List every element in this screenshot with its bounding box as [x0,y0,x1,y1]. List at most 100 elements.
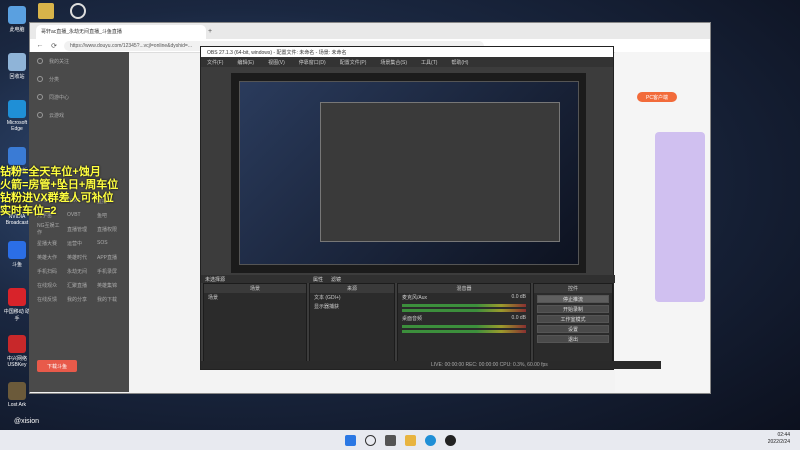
stream-overlay-text: 钻粉=全天车位+蚀月 火箭=房管+坠日+周车位 钻粉进VX群差人可补位 实时车位… [0,166,118,218]
sidebar-link[interactable]: SOS [97,240,121,246]
desktop-icon[interactable]: 斗鱼 [2,241,32,268]
sidebar-item-label: 分类 [49,76,60,83]
desktop-icon[interactable]: 中兴网络 USBKey [2,335,32,368]
watermark: @xision [14,418,40,425]
obs-control-button[interactable]: 工作室模式 [537,315,609,323]
sidebar-item[interactable]: 云游戏 [29,106,129,124]
mixer-dock-title: 混音器 [398,284,530,293]
steam-icon[interactable] [70,3,86,19]
sidebar-link[interactable]: 运营中 [67,240,91,247]
file-explorer-icon[interactable] [404,434,416,446]
obs-control-button[interactable]: 开始录制 [537,305,609,313]
mixer-dock: 混音器 麦克风/Aux 0.0 dB 桌面音频 0.0 dB [397,283,531,367]
obs-window: OBS 27.1.3 (64-bit, windows) - 配置文件: 未命名… [200,46,661,370]
scenes-dock: 场景 场景 [203,283,307,367]
pc-client-button[interactable]: PC客户端 [637,92,677,102]
desktop-icon-label: 中兴网络 USBKey [6,356,27,368]
nested-obs-capture [320,102,560,242]
refresh-icon[interactable]: ⟳ [50,42,58,50]
obs-control-button[interactable]: 设置 [537,325,609,333]
sidebar-link[interactable]: 汇聚直播 [67,282,91,289]
search-icon[interactable] [364,434,376,446]
clock-time: 02:44 [777,432,790,438]
obs-menu-item[interactable]: 文件(F) [207,59,223,66]
mixer-meter [402,309,526,312]
obs-control-button[interactable]: 停止推流 [537,295,609,303]
sidebar-link[interactable]: 我的分享 [67,296,91,303]
back-icon[interactable]: ← [36,42,44,49]
sidebar-item[interactable]: 我的关注 [29,52,129,70]
sidebar-item-label: 我的关注 [49,58,70,65]
mixer-meter [402,304,526,307]
sidebar-link[interactable]: 直播权限 [97,226,121,233]
sidebar-link[interactable]: 在线观众 [37,282,61,289]
filters-button[interactable]: 滤镜 [331,276,341,283]
sidebar-link[interactable]: 永劫无间 [67,268,91,275]
desktop-icon-label: 回收站 [9,74,25,80]
desktop-icon[interactable]: 回收站 [2,53,32,80]
dot-icon [37,76,43,82]
sidebar-item-label: 同游中心 [49,94,70,101]
app-icon [8,147,26,165]
sidebar-item[interactable]: 同游中心 [29,88,129,106]
app-icon [8,53,26,71]
desktop-icon[interactable]: 中国移动 助手 [2,288,32,322]
app-icon [8,382,26,400]
app-icon [8,6,26,24]
sources-dock-title: 来源 [310,284,394,293]
browser-tab[interactable]: 哥轩ac直播_永劫无间直播_斗鱼直播 [36,25,206,39]
clock-date: 2022/2/24 [767,439,790,445]
folder-icon[interactable] [38,3,54,19]
edge-icon[interactable] [424,434,436,446]
obs-menu-item[interactable]: 配置文件(P) [340,59,367,66]
sidebar-item[interactable]: 分类 [29,70,129,88]
scene-item[interactable]: 场景 [204,293,306,302]
obs-control-button[interactable]: 退出 [537,335,609,343]
desktop-icon-label: 中国移动 助手 [3,309,31,322]
properties-button[interactable]: 属性 [313,276,323,283]
sidebar-link-row: 在线反馈 我的分享 我的下载 [29,292,129,306]
app-icon [8,100,26,118]
sidebar-link-row: 英雄大作 英雄时代 APP直播 [29,250,129,264]
preview-screen [239,81,579,265]
desktop-icon[interactable]: Microsoft Edge [2,100,32,132]
sidebar-link[interactable]: 星播大赛 [37,240,61,247]
obs-menu-item[interactable]: 帮助(H) [451,59,468,66]
sidebar-link[interactable]: 手机扫码 [37,268,61,275]
source-item[interactable]: 文本 (GDI+) [310,293,394,302]
sidebar-link-row: NG互娱工作 直播管理 直播权限 [29,222,129,236]
sidebar-link[interactable]: 直播管理 [67,226,91,233]
clock[interactable]: 02:44 2022/2/24 [768,432,790,446]
obs-menu-item[interactable]: 视图(V) [268,59,285,66]
mixer-meter [402,330,526,333]
sidebar-link-row: 在线观众 汇聚直播 英雄集锦 [29,278,129,292]
sidebar-link[interactable]: NG互娱工作 [37,222,61,236]
desktop-icon-label: 斗鱼 [11,262,22,268]
obs-icon[interactable] [444,434,456,446]
sidebar-link[interactable]: 英雄集锦 [97,282,121,289]
sidebar-link-row: 手机扫码 永劫无间 手机录屏 [29,264,129,278]
no-source-label: 未选择源 [205,277,226,283]
controls-dock-title: 控件 [534,284,612,293]
sidebar-link[interactable]: 手机录屏 [97,268,121,275]
task-view-icon[interactable] [384,434,396,446]
desktop-icon[interactable]: 此电脑 [2,6,32,33]
sidebar-link[interactable]: 我的下载 [97,296,121,303]
sidebar-link[interactable]: 英雄大作 [37,254,61,261]
mixer-channel-name: 桌面音频 [402,316,423,322]
new-tab-button[interactable]: + [206,28,214,35]
start-icon[interactable] [344,434,356,446]
sidebar-link[interactable]: 英雄时代 [67,254,91,261]
sidebar-link[interactable]: APP直播 [97,254,121,261]
mixer-meter [402,325,526,328]
source-item[interactable]: 显示器捕获 [310,302,394,311]
desktop-icon[interactable]: Lost Ark [2,382,32,408]
obs-menu-item[interactable]: 工具(T) [421,59,437,66]
obs-menu-item[interactable]: 停靠窗口(D) [299,59,326,66]
obs-menubar: 文件(F) 编辑(E) 视图(V) 停靠窗口(D) 配置文件(P) 场景集合(S) 工具(T… [201,57,613,67]
download-douyu-button[interactable]: 下载斗鱼 [37,360,77,372]
sidebar-item-label: 云游戏 [49,112,65,119]
obs-menu-item[interactable]: 场景集合(S) [380,59,407,66]
sidebar-link[interactable]: 在线反馈 [37,296,61,303]
obs-menu-item[interactable]: 编辑(E) [237,59,254,66]
